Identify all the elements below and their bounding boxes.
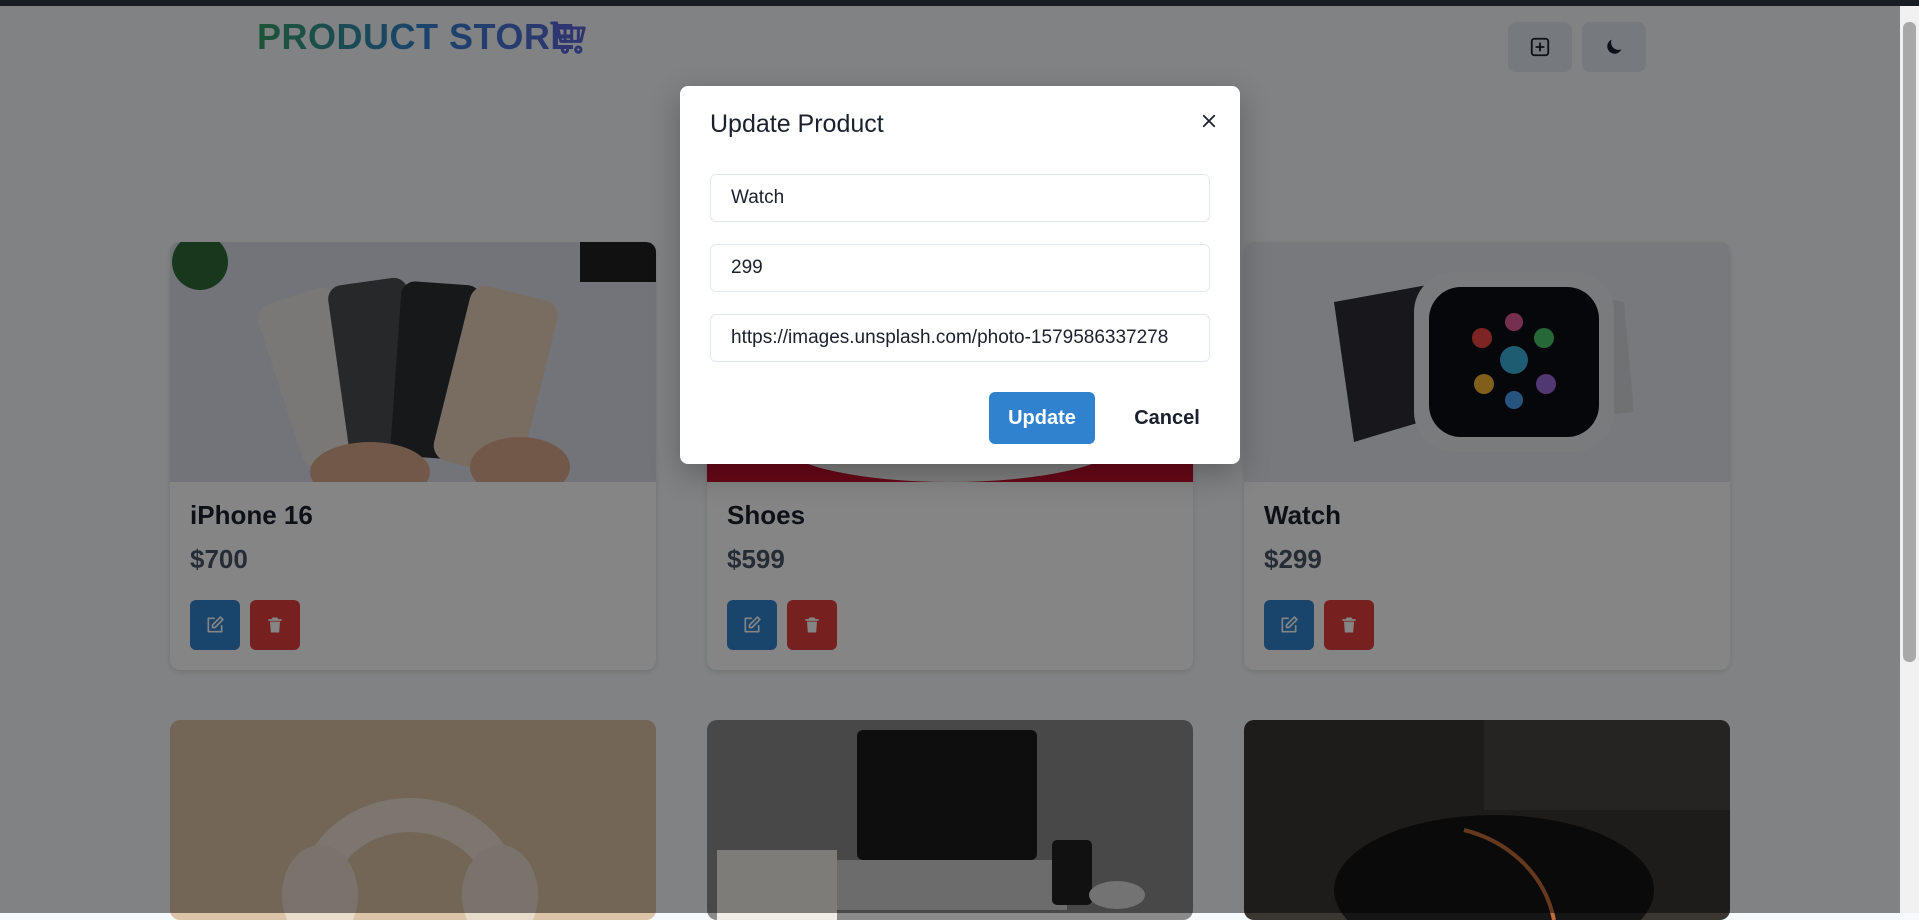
update-button[interactable]: Update <box>989 392 1095 444</box>
product-price-input[interactable] <box>710 244 1210 292</box>
scrollbar[interactable] <box>1900 6 1919 913</box>
cancel-button[interactable]: Cancel <box>1115 392 1219 444</box>
product-image-input[interactable] <box>710 314 1210 362</box>
close-button[interactable] <box>1192 104 1226 138</box>
product-name-input[interactable] <box>710 174 1210 222</box>
modal-title: Update Product <box>710 110 884 138</box>
close-icon <box>1202 114 1216 128</box>
update-product-modal: Update Product Update Cancel <box>680 86 1240 464</box>
scrollbar-thumb[interactable] <box>1903 22 1916 662</box>
